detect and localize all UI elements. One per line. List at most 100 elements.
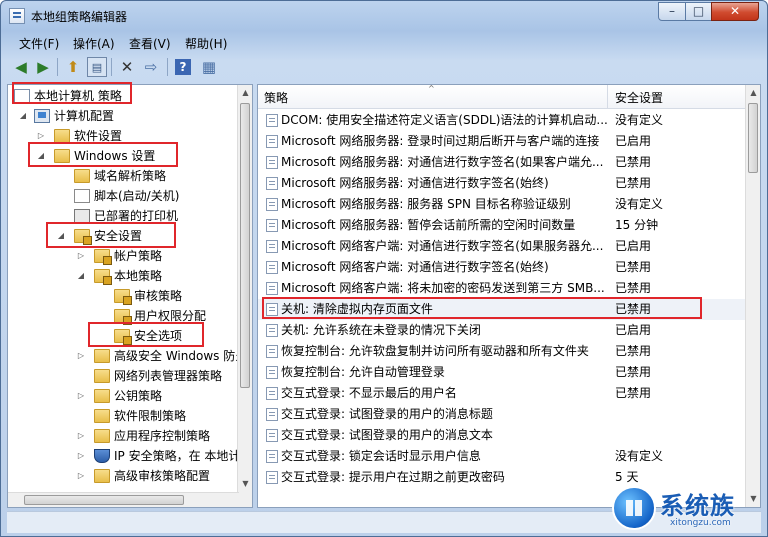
policy-name: Microsoft 网络服务器: 对通信进行数字签名(如果客户端允... [281,155,604,169]
properties-icon[interactable]: ▦ [199,57,219,77]
policy-item-icon [266,408,278,421]
tree-item-label: 用户权限分配 [134,309,207,323]
collapse-icon[interactable]: ◢ [36,146,46,166]
scroll-thumb[interactable] [748,103,758,173]
policy-value: 已禁用 [615,386,652,400]
printer-icon [74,209,90,223]
scroll-thumb[interactable] [24,495,184,505]
column-header-label: 策略 [264,91,289,105]
up-folder-icon[interactable]: ⬆ [63,57,83,77]
collapse-icon[interactable]: ◢ [76,266,86,286]
scroll-up-icon[interactable]: ▲ [238,85,252,101]
list-item[interactable]: 关机: 允许系统在未登录的情况下关闭 已启用 [258,320,746,341]
security-folder-icon [74,229,92,245]
list-item[interactable]: Microsoft 网络客户端: 对通信进行数字签名(始终) 已禁用 [258,257,746,278]
list-item[interactable]: Microsoft 网络服务器: 登录时间过期后断开与客户端的连接 已启用 [258,131,746,152]
tree-item-label: 安全选项 [134,329,183,343]
security-folder-icon [94,269,112,285]
menu-action[interactable]: 操作(A) [73,35,115,52]
policy-item-icon [266,282,278,295]
list-item[interactable]: 恢复控制台: 允许自动管理登录 已禁用 [258,362,746,383]
tree-horizontal-scrollbar[interactable] [8,492,239,507]
show-tree-icon[interactable]: ▤ [87,57,107,77]
tree-item-label: 高级审核策略配置 [114,469,211,483]
policy-name: 交互式登录: 试图登录的用户的消息文本 [281,428,493,442]
column-header-setting[interactable]: 安全设置 [609,85,746,109]
list-item[interactable]: 交互式登录: 锁定会话时显示用户信息 没有定义 [258,446,746,467]
policy-name: 恢复控制台: 允许软盘复制并访问所有驱动器和所有文件夹 [281,344,589,358]
scroll-down-icon[interactable]: ▼ [238,476,252,492]
window-title: 本地组策略编辑器 [31,10,128,24]
policy-item-icon [266,219,278,232]
list-item[interactable]: Microsoft 网络客户端: 将未加密的密码发送到第三方 SMB... 已禁用 [258,278,746,299]
collapse-icon[interactable]: ◢ [18,106,28,126]
expand-icon[interactable]: ▷ [76,426,86,446]
list-item[interactable]: Microsoft 网络客户端: 对通信进行数字签名(如果服务器允... 已启用 [258,236,746,257]
policy-value: 已启用 [615,134,652,148]
policy-value: 15 分钟 [615,218,659,232]
list-vertical-scrollbar[interactable]: ▲ ▼ [745,85,760,507]
expand-icon[interactable]: ▷ [76,446,86,466]
policy-name: 交互式登录: 不显示最后的用户名 [281,386,457,400]
ip-security-icon [94,449,110,463]
list-item[interactable]: Microsoft 网络服务器: 对通信进行数字签名(始终) 已禁用 [258,173,746,194]
tree-item-label: 高级安全 Windows 防火 [114,349,248,363]
policy-item-icon [266,261,278,274]
toolbar-separator [57,58,58,76]
folder-icon [94,429,110,443]
tree-item-label: 公钥策略 [114,389,163,403]
collapse-icon[interactable]: ◢ [56,226,66,246]
expand-icon[interactable]: ▷ [76,466,86,486]
tree-vertical-scrollbar[interactable]: ▲ ▼ [237,85,252,507]
tree-item-label: IP 安全策略，在 本地计 [114,449,241,463]
minimize-button[interactable]: – [658,2,686,21]
list-item[interactable]: Microsoft 网络服务器: 对通信进行数字签名(如果客户端允... 已禁用 [258,152,746,173]
list-item[interactable]: 恢复控制台: 允许软盘复制并访问所有驱动器和所有文件夹 已禁用 [258,341,746,362]
policy-name: 关机: 清除虚拟内存页面文件 [281,302,433,316]
scroll-thumb[interactable] [240,103,250,388]
list-item[interactable]: 交互式登录: 试图登录的用户的消息文本 [258,425,746,446]
windows-logo-icon [612,486,656,530]
list-item-selected[interactable]: 关机: 清除虚拟内存页面文件 已禁用 [258,299,746,320]
policy-item-icon [266,114,278,127]
list-item[interactable]: DCOM: 使用安全描述符定义语言(SDDL)语法的计算机启动... 没有定义 [258,110,746,131]
watermark-title: 系统族 [660,492,735,520]
close-button[interactable]: ✕ [711,2,759,21]
expand-icon[interactable]: ▷ [76,246,86,266]
watermark-url: xitongzu.com [670,518,731,528]
computer-icon [34,109,50,123]
list-item[interactable]: 交互式登录: 不显示最后的用户名 已禁用 [258,383,746,404]
list-item[interactable]: Microsoft 网络服务器: 服务器 SPN 目标名称验证级别 没有定义 [258,194,746,215]
tree-item-label: 脚本(启动/关机) [94,189,180,203]
export-icon[interactable]: ⇨ [141,57,161,77]
policy-value: 没有定义 [615,113,664,127]
column-header-label: 安全设置 [615,91,664,105]
policy-item-icon [266,135,278,148]
forward-icon[interactable]: ▶ [33,57,53,77]
policy-value: 已禁用 [615,260,652,274]
back-icon[interactable]: ◀ [11,57,31,77]
help-icon[interactable]: ? [175,59,191,75]
policy-item-icon [266,198,278,211]
policy-item-icon [266,450,278,463]
column-header-policy[interactable]: ^ 策略 [258,85,608,109]
tree-root-label: 本地计算机 策略 [34,89,122,103]
scroll-up-icon[interactable]: ▲ [746,85,760,101]
expand-icon[interactable]: ▷ [36,126,46,146]
tree-item-label: 已部署的打印机 [94,209,179,223]
gpedit-app-icon [9,8,25,24]
menu-file[interactable]: 文件(F) [19,35,59,52]
policy-name: 交互式登录: 试图登录的用户的消息标题 [281,407,493,421]
expand-icon[interactable]: ▷ [76,346,86,366]
maximize-button[interactable]: □ [685,2,712,21]
folder-icon [74,169,90,183]
menu-help[interactable]: 帮助(H) [185,35,227,52]
list-item[interactable]: 交互式登录: 试图登录的用户的消息标题 [258,404,746,425]
expand-icon[interactable]: ▷ [76,386,86,406]
policy-item-icon [266,387,278,400]
list-item[interactable]: Microsoft 网络服务器: 暂停会话前所需的空闲时间数量 15 分钟 [258,215,746,236]
folder-icon [94,469,110,483]
policy-value: 已禁用 [615,365,652,379]
menu-view[interactable]: 查看(V) [129,35,171,52]
delete-icon[interactable]: ✕ [117,57,137,77]
